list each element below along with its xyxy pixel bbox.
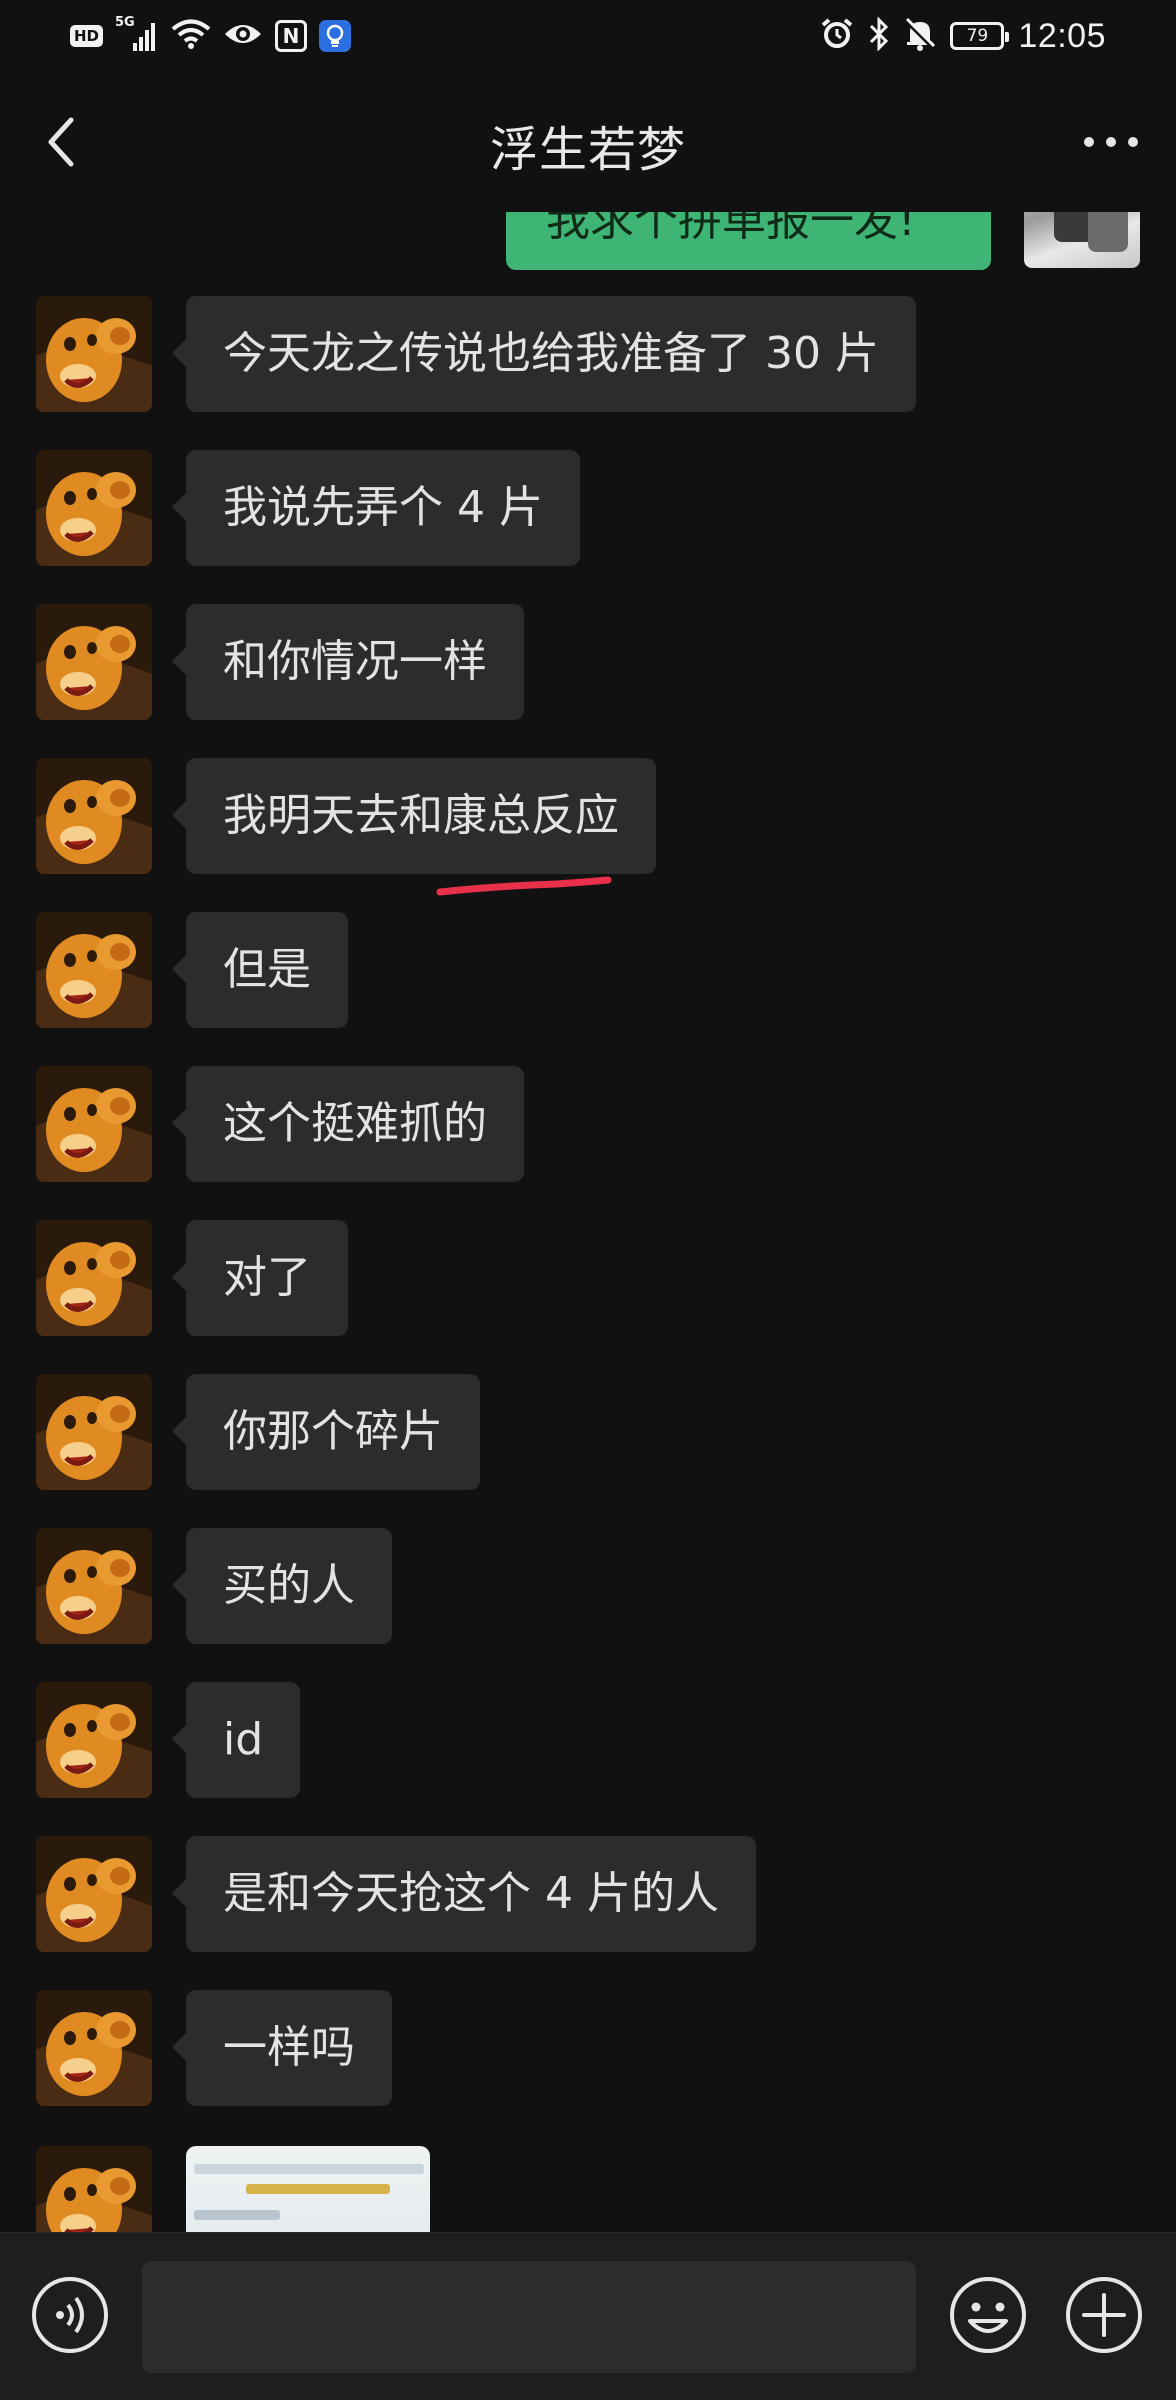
red-underline-annotation	[436, 876, 612, 896]
bulb-icon	[319, 20, 352, 52]
friend-avatar[interactable]	[36, 1836, 152, 1952]
status-right-icons: 79 12:05	[820, 14, 1106, 58]
plus-button[interactable]	[1064, 2275, 1144, 2355]
received-message-row: 买的人	[0, 1528, 1176, 1646]
friend-avatar[interactable]	[36, 296, 152, 412]
received-message-row: 这个挺难抓的	[0, 1066, 1176, 1184]
battery-icon: 79	[950, 22, 1010, 50]
received-message-bubble[interactable]: 但是	[172, 912, 348, 1028]
friend-avatar[interactable]	[36, 604, 152, 720]
friend-avatar[interactable]	[36, 912, 152, 1028]
received-message-row: 今天龙之传说也给我准备了 30 片	[0, 296, 1176, 414]
status-left-icons: HD 5G N	[70, 14, 352, 58]
friend-avatar[interactable]	[36, 1528, 152, 1644]
received-message-bubble[interactable]: 今天龙之传说也给我准备了 30 片	[172, 296, 916, 412]
received-message-bubble[interactable]: 和你情况一样	[172, 604, 524, 720]
input-bar	[0, 2232, 1176, 2400]
received-message-bubble[interactable]: 这个挺难抓的	[172, 1066, 524, 1182]
friend-avatar[interactable]	[36, 1220, 152, 1336]
emoji-button[interactable]	[948, 2275, 1028, 2355]
emoji-icon	[950, 2277, 1026, 2353]
friend-avatar[interactable]	[36, 1682, 152, 1798]
received-message-row: id	[0, 1682, 1176, 1800]
received-message-row: 但是	[0, 912, 1176, 1030]
voice-icon	[32, 2277, 108, 2353]
nfc-icon: N	[275, 20, 308, 52]
more-button[interactable]	[1076, 112, 1146, 172]
sent-message-text: 我求个拼单报一发!	[546, 212, 916, 246]
alarm-icon	[820, 17, 854, 55]
sent-message-row: 我求个拼单报一发!	[0, 212, 1176, 272]
plus-circle-icon	[1066, 2277, 1142, 2353]
sent-message-bubble[interactable]: 我求个拼单报一发!	[506, 212, 991, 270]
chat-title: 浮生若梦	[489, 122, 686, 178]
chat-header: 浮生若梦	[0, 72, 1176, 212]
received-message-bubble[interactable]: 一样吗	[172, 1990, 392, 2106]
status-time: 12:05	[1018, 16, 1106, 55]
friend-avatar[interactable]	[36, 1066, 152, 1182]
received-message-row: 是和今天抢这个 4 片的人	[0, 1836, 1176, 1954]
voice-button[interactable]	[30, 2275, 110, 2355]
status-bar: HD 5G N 79 12:05	[0, 0, 1176, 72]
received-message-bubble[interactable]: 你那个碎片	[172, 1374, 480, 1490]
friend-avatar[interactable]	[36, 450, 152, 566]
image-message-row	[0, 2146, 1176, 2232]
image-message-thumbnail[interactable]	[186, 2146, 430, 2232]
eye-icon	[223, 20, 263, 52]
received-message-bubble[interactable]: 我说先弄个 4 片	[172, 450, 580, 566]
mute-bell-icon	[904, 17, 937, 55]
bluetooth-icon	[868, 16, 890, 55]
received-message-bubble[interactable]: 买的人	[172, 1528, 392, 1644]
friend-avatar[interactable]	[36, 1374, 152, 1490]
received-message-row: 你那个碎片	[0, 1374, 1176, 1492]
received-message-bubble[interactable]: 对了	[172, 1220, 348, 1336]
friend-avatar[interactable]	[36, 758, 152, 874]
received-message-bubble[interactable]: 我明天去和康总反应	[172, 758, 656, 874]
received-message-bubble[interactable]: 是和今天抢这个 4 片的人	[172, 1836, 756, 1952]
received-message-bubble[interactable]: id	[171, 1682, 301, 1798]
friend-avatar[interactable]	[36, 1990, 152, 2106]
hd-icon: HD	[70, 25, 104, 47]
received-message-row: 我说先弄个 4 片	[0, 450, 1176, 568]
more-dots-icon	[1084, 137, 1138, 147]
friend-avatar[interactable]	[36, 2146, 152, 2232]
message-list[interactable]: 我求个拼单报一发! 今天龙之传说也给我准备了 30 片我说先弄个 4 片和你情况…	[0, 212, 1176, 2232]
message-input[interactable]	[142, 2261, 916, 2373]
wifi-icon	[171, 18, 211, 54]
received-message-row: 一样吗	[0, 1990, 1176, 2108]
received-message-row: 我明天去和康总反应	[0, 758, 1176, 876]
self-avatar[interactable]	[1024, 212, 1140, 268]
received-message-row: 对了	[0, 1220, 1176, 1338]
signal-5g-icon: 5G	[115, 15, 159, 53]
battery-level: 79	[966, 26, 989, 46]
received-message-row: 和你情况一样	[0, 604, 1176, 722]
